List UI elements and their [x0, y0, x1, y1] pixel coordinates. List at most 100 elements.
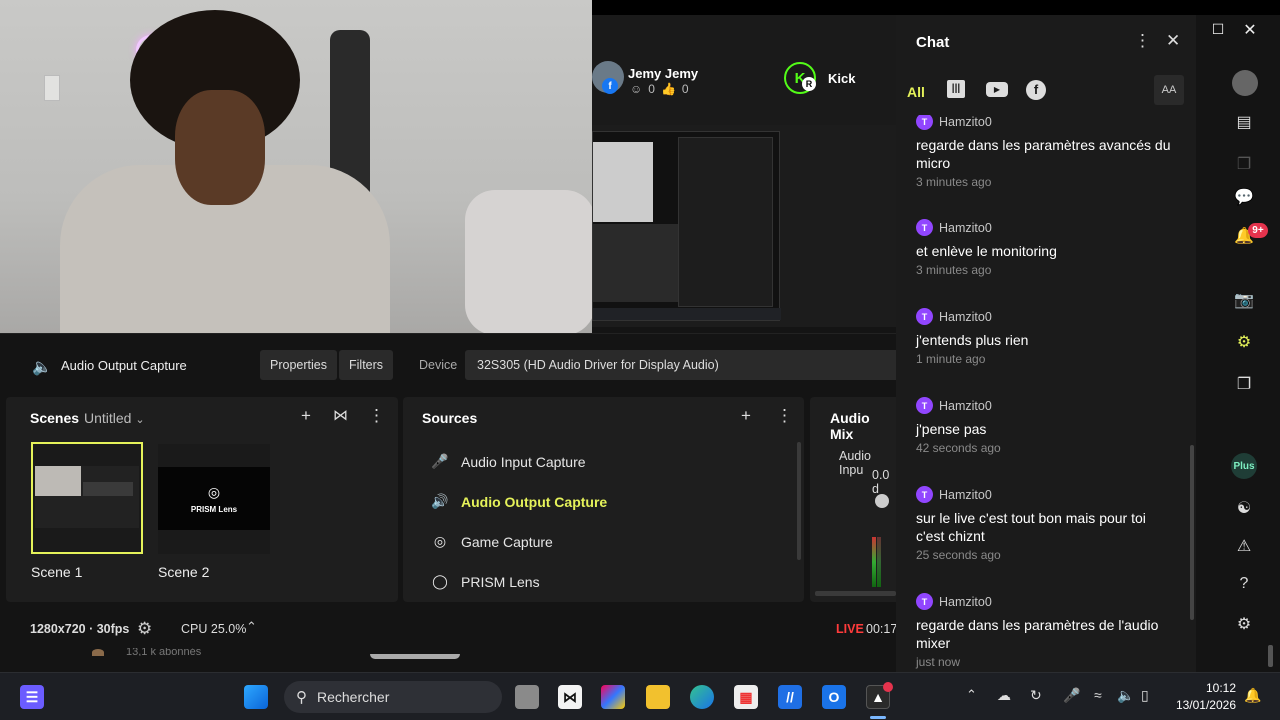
- clock-date[interactable]: 13/01/2026: [1172, 698, 1236, 712]
- add-scene-icon[interactable]: +: [301, 406, 311, 426]
- device-select[interactable]: 32S305 (HD Audio Driver for Display Audi…: [465, 350, 900, 380]
- sticker-icon[interactable]: ☯: [1232, 496, 1256, 520]
- chevron-up-icon[interactable]: ⌃: [246, 619, 257, 635]
- maximize-icon[interactable]: ☐: [1204, 21, 1232, 38]
- chat-text: sur le live c'est tout bon mais pour toi…: [916, 510, 1146, 544]
- close-icon[interactable]: ✕: [1166, 31, 1180, 51]
- copilot-icon[interactable]: [601, 685, 625, 709]
- behind-window-text: 13,1 k abonnés: [126, 648, 202, 656]
- scene-thumb-preview: [35, 466, 139, 528]
- chat-timestamp: just now: [916, 655, 961, 669]
- chat-username[interactable]: Hamzito0: [939, 595, 992, 609]
- preview-mini-cam: [593, 142, 653, 222]
- rail-scrollbar[interactable]: [1268, 645, 1273, 667]
- scenes-title: Scenes: [30, 410, 80, 426]
- chat-scrollbar[interactable]: [1190, 445, 1194, 620]
- chat-icon[interactable]: 💬: [1232, 185, 1256, 209]
- layout-icon[interactable]: ▤: [1232, 110, 1256, 134]
- chat-text: j'entends plus rien: [916, 332, 1029, 348]
- stack-icon[interactable]: ❐: [1232, 372, 1256, 396]
- volume-icon[interactable]: 🔈: [1117, 687, 1134, 704]
- sync-icon[interactable]: ↻: [1030, 687, 1042, 704]
- facebook-icon[interactable]: f: [1026, 80, 1046, 100]
- scene-thumb-preview-panel: [83, 482, 133, 496]
- clock-time[interactable]: 10:12: [1196, 681, 1236, 695]
- wall-outlet: [44, 75, 60, 101]
- scene-thumb-cam: [35, 466, 81, 496]
- settings-gear-icon[interactable]: ⚙: [1232, 612, 1256, 636]
- chat-username[interactable]: Hamzito0: [939, 115, 992, 129]
- plus-button[interactable]: Plus: [1231, 453, 1257, 479]
- properties-button[interactable]: Properties: [260, 350, 337, 380]
- source-item[interactable]: ◯ PRISM Lens: [431, 573, 539, 590]
- capcut-icon[interactable]: ⋈: [558, 685, 582, 709]
- transition-icon[interactable]: ⋈: [333, 406, 348, 424]
- mixer-channel-value: 0.0 d: [872, 468, 890, 496]
- channel-name: Jemy Jemy: [628, 66, 699, 81]
- chevron-up-icon[interactable]: ⌃: [966, 687, 977, 703]
- chat-timestamp: 3 minutes ago: [916, 175, 992, 189]
- microsoft-store-icon[interactable]: ▦: [734, 685, 758, 709]
- mixer-scrollbar[interactable]: [815, 591, 896, 596]
- help-icon[interactable]: ?: [1232, 572, 1256, 596]
- source-item[interactable]: ◎ Game Capture: [431, 533, 553, 550]
- chat-username[interactable]: Hamzito0: [939, 310, 992, 324]
- search-placeholder: Rechercher: [317, 689, 390, 705]
- scene-thumb-2[interactable]: ◎ PRISM Lens: [158, 444, 270, 554]
- battery-icon[interactable]: ▯: [1141, 687, 1149, 704]
- volume-meter: [877, 537, 881, 587]
- app-icon[interactable]: //: [778, 685, 802, 709]
- gamepad-icon: ◎: [433, 533, 447, 549]
- twitch-badge-icon: T: [916, 593, 933, 610]
- task-view-icon[interactable]: [515, 685, 539, 709]
- scene-thumb-1[interactable]: [31, 442, 143, 554]
- multi-view-icon[interactable]: ❐: [1232, 152, 1256, 176]
- chat-timestamp: 25 seconds ago: [916, 548, 1001, 562]
- mixer-title: Audio Mix: [830, 410, 870, 442]
- chat-username[interactable]: Hamzito0: [939, 488, 992, 502]
- preview-mini-taskbar: [593, 308, 781, 320]
- widgets-icon[interactable]: ☰: [20, 685, 44, 709]
- profile-avatar-icon[interactable]: [1232, 70, 1258, 96]
- outlook-icon[interactable]: O: [822, 685, 846, 709]
- prism-lens-thumb-label: PRISM Lens: [190, 504, 238, 514]
- youtube-icon[interactable]: ▶: [986, 82, 1008, 97]
- wifi-icon[interactable]: ≈: [1094, 687, 1102, 703]
- source-item[interactable]: 🎤 Audio Input Capture: [431, 453, 585, 470]
- edge-icon[interactable]: [690, 685, 714, 709]
- scene-label-1[interactable]: Scene 1: [31, 564, 82, 580]
- status-bar: 1280x720 · 30fps ⚙ CPU 25.0% ⌃ LIVE 00:1…: [0, 602, 897, 659]
- camera-icon[interactable]: 📷: [1232, 288, 1256, 312]
- mic-icon[interactable]: 🎤: [1063, 687, 1080, 704]
- more-options-icon[interactable]: ⋮: [1134, 31, 1151, 51]
- taskbar-search[interactable]: ⚲ Rechercher: [284, 681, 502, 713]
- more-options-icon[interactable]: ⋮: [368, 406, 385, 426]
- person-face: [175, 90, 265, 205]
- scene-collection-select[interactable]: Untitled ⌄: [84, 410, 145, 426]
- virtual-camera-icon[interactable]: ⚙: [1232, 330, 1256, 354]
- chat-username[interactable]: Hamzito0: [939, 221, 992, 235]
- tab-all[interactable]: All: [907, 84, 925, 100]
- scene-label-2[interactable]: Scene 2: [158, 564, 209, 580]
- font-size-button[interactable]: AA: [1154, 75, 1184, 105]
- file-explorer-icon[interactable]: [646, 685, 670, 709]
- more-options-icon[interactable]: ⋮: [776, 406, 793, 426]
- volume-knob[interactable]: [875, 494, 889, 508]
- sources-scrollbar[interactable]: [797, 442, 801, 560]
- windows-start-icon[interactable]: [244, 685, 268, 709]
- settings-gear-icon[interactable]: ⚙: [137, 619, 152, 639]
- notification-center-icon[interactable]: 🔔: [1244, 687, 1261, 704]
- audio-mixer-dock: Audio Mix Audio Inpu 0.0 d: [810, 397, 896, 602]
- cloud-icon[interactable]: ☁: [997, 687, 1011, 704]
- alert-icon[interactable]: ⚠: [1232, 534, 1256, 558]
- lens-icon: ◎: [207, 483, 221, 500]
- prism-lens-thumb: ◎ PRISM Lens: [158, 467, 270, 530]
- close-window-icon[interactable]: ✕: [1236, 20, 1264, 40]
- source-item-selected[interactable]: 🔊 Audio Output Capture: [431, 493, 607, 510]
- filters-button[interactable]: Filters: [339, 350, 394, 380]
- chat-text: regarde dans les paramètres de l'audio m…: [916, 617, 1159, 651]
- chat-username[interactable]: Hamzito0: [939, 399, 992, 413]
- volume-meter: [872, 537, 876, 587]
- twitch-icon[interactable]: |||: [947, 80, 965, 98]
- add-source-icon[interactable]: +: [741, 406, 751, 426]
